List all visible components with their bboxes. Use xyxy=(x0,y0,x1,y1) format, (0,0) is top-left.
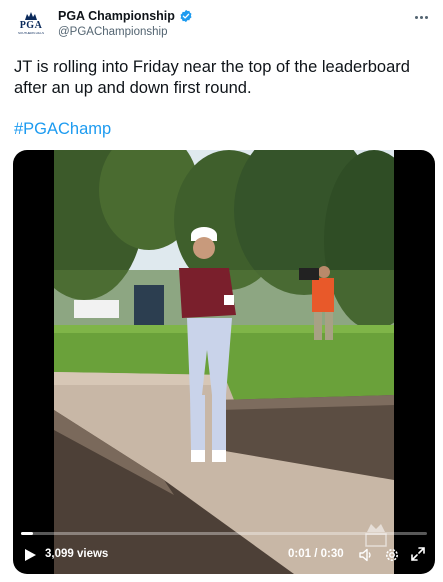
play-icon[interactable] xyxy=(23,548,37,562)
video-controls: 3,099 views 0:01 / 0:30 xyxy=(13,540,435,570)
avatar[interactable]: PGA SOUTHERN HILLS xyxy=(14,9,48,43)
fullscreen-icon[interactable] xyxy=(411,547,425,561)
hashtag-link[interactable]: #PGAChamp xyxy=(14,120,111,139)
avatar-logo-subtext: SOUTHERN HILLS xyxy=(17,31,44,35)
settings-icon[interactable] xyxy=(384,547,400,563)
more-options-icon[interactable] xyxy=(411,10,431,24)
handle[interactable]: @PGAChampionship xyxy=(58,26,193,38)
tweet-text: JT is rolling into Friday near the top o… xyxy=(14,58,410,97)
video-thumbnail xyxy=(54,150,394,574)
tweet-header: PGA Championship @PGAChampionship xyxy=(58,9,193,38)
avatar-logo-text: PGA xyxy=(19,20,43,31)
name-row: PGA Championship xyxy=(58,9,193,23)
volume-icon[interactable] xyxy=(358,547,374,563)
tweet-card: PGA SOUTHERN HILLS PGA Championship @PGA… xyxy=(0,0,443,582)
video-progress-fill xyxy=(21,532,34,535)
verified-badge-icon xyxy=(180,9,192,23)
video-frame xyxy=(54,150,394,574)
video-player[interactable]: 3,099 views 0:01 / 0:30 xyxy=(13,150,435,574)
video-time: 0:01 / 0:30 xyxy=(288,548,344,560)
display-name[interactable]: PGA Championship xyxy=(58,9,175,23)
video-progress-bar[interactable] xyxy=(21,532,427,535)
view-count: 3,099 views xyxy=(45,548,109,560)
